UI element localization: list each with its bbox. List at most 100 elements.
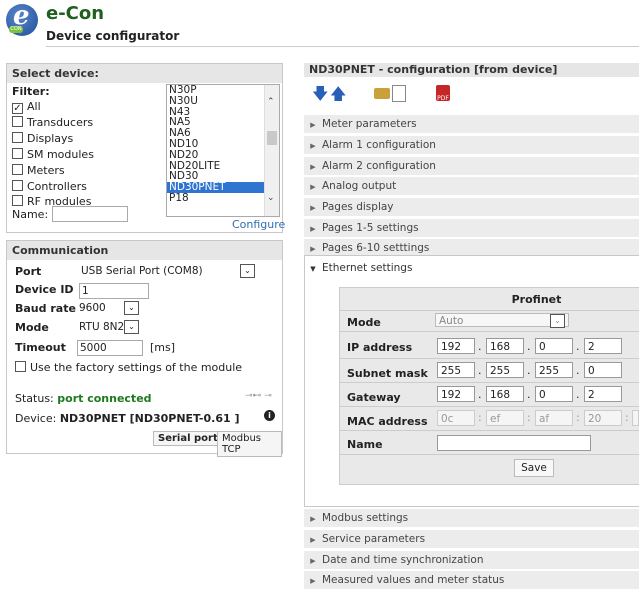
device-list[interactable]: N30P N30U N43 NA5 NA6 ND10 ND20 ND20LITE… [166, 84, 280, 217]
chevron-down-icon[interactable]: ⌄ [124, 320, 139, 334]
connection-plug-icon: ⊸⊷ ⊸ [245, 391, 272, 401]
dot-separator: . [527, 364, 531, 377]
colon-separator: : [625, 411, 629, 424]
device-list-item[interactable]: N30U [167, 95, 279, 107]
status-line: Status: port connected [15, 392, 152, 405]
eth-name-label: Name [347, 438, 383, 451]
chevron-down-icon[interactable]: ⌄ [550, 314, 565, 328]
section-ethernet-settings[interactable]: ▼ Ethernet settings [304, 262, 639, 274]
colon-separator: : [576, 411, 580, 424]
checkbox-icon [12, 116, 23, 127]
tab-serial-port[interactable]: Serial port [153, 431, 223, 446]
section-service-parameters[interactable]: ▶ Service parameters [304, 529, 639, 548]
dot-separator: . [576, 340, 580, 353]
filter-controllers[interactable]: Controllers [12, 180, 87, 193]
gateway-octet-3[interactable]: 0 [535, 386, 573, 402]
mask-octet-1[interactable]: 255 [437, 362, 475, 378]
info-icon[interactable]: i [264, 410, 275, 421]
config-title: ND30PNET - configuration [from device] [304, 63, 639, 77]
checkbox-icon [12, 195, 23, 206]
section-modbus-settings[interactable]: ▶ Modbus settings [304, 508, 639, 527]
row-divider [339, 454, 639, 455]
status-value: port connected [57, 392, 152, 405]
save-button[interactable]: Save [514, 459, 554, 477]
app-brand: e-Con [46, 3, 105, 24]
scroll-down-icon[interactable]: ⌄ [267, 193, 275, 203]
device-id-input[interactable]: 1 [79, 283, 149, 299]
device-value: ND30PNET [ND30PNET-0.61 ] [59, 412, 240, 425]
device-id-label: Device ID [15, 283, 74, 296]
checkbox-icon [12, 132, 23, 143]
tab-modbus-tcp[interactable]: Modbus TCP [217, 431, 282, 457]
gateway-octet-2[interactable]: 168 [486, 386, 524, 402]
dot-separator: . [478, 388, 482, 401]
chevron-down-icon[interactable]: ⌄ [124, 301, 139, 315]
open-folder-icon[interactable] [374, 88, 390, 99]
ip-octet-1[interactable]: 192 [437, 338, 475, 354]
filter-sm-modules[interactable]: SM modules [12, 148, 94, 161]
mask-octet-2[interactable]: 255 [486, 362, 524, 378]
mac-octet-4: 20 [584, 410, 622, 426]
section-alarm-1[interactable]: ▶ Alarm 1 configuration [304, 135, 639, 154]
device-list-item[interactable]: P18 [167, 193, 279, 204]
device-name-input[interactable] [52, 206, 128, 222]
save-file-icon[interactable] [392, 85, 406, 102]
timeout-unit: [ms] [150, 341, 176, 354]
scroll-up-icon[interactable]: ⌃ [267, 97, 275, 107]
download-arrow-icon[interactable]: 🡇 [312, 86, 328, 102]
checkbox-icon [15, 361, 26, 372]
filter-all[interactable]: ✓ All [12, 100, 41, 114]
ip-octet-4[interactable]: 2 [584, 338, 622, 354]
configure-link[interactable]: Configure [232, 218, 285, 231]
chevron-down-icon[interactable]: ⌄ [240, 264, 255, 278]
pdf-report-icon[interactable]: PDF [436, 85, 450, 102]
upload-arrow-icon[interactable]: 🡅 [330, 86, 346, 102]
factory-settings-checkbox[interactable]: Use the factory settings of the module [15, 361, 242, 374]
triangle-right-icon: ▶ [310, 536, 316, 544]
section-alarm-2[interactable]: ▶ Alarm 2 configuration [304, 156, 639, 175]
mask-octet-3[interactable]: 255 [535, 362, 573, 378]
device-list-scrollbar[interactable]: ⌃ ⌄ [264, 85, 279, 216]
baud-rate-label: Baud rate [15, 302, 76, 315]
section-analog-output[interactable]: ▶ Analog output [304, 176, 639, 195]
timeout-input[interactable]: 5000 [77, 340, 143, 356]
filter-label: Filter: [12, 85, 50, 98]
filter-meters[interactable]: Meters [12, 164, 65, 177]
section-pages-1-5[interactable]: ▶ Pages 1-5 settings [304, 218, 639, 237]
mac-octet-5 [632, 410, 639, 426]
mask-octet-4[interactable]: 0 [584, 362, 622, 378]
checkbox-icon [12, 148, 23, 159]
device-line: Device: ND30PNET [ND30PNET-0.61 ] [15, 412, 240, 425]
section-date-time-sync[interactable]: ▶ Date and time synchronization [304, 550, 639, 569]
filter-displays[interactable]: Displays [12, 132, 73, 145]
gateway-octet-1[interactable]: 192 [437, 386, 475, 402]
port-select[interactable]: USB Serial Port (COM8) ⌄ [79, 264, 255, 278]
filter-transducers[interactable]: Transducers [12, 116, 93, 129]
eth-mode-select[interactable]: Auto ⌄ [435, 313, 569, 328]
section-pages-display[interactable]: ▶ Pages display [304, 197, 639, 216]
ip-octet-3[interactable]: 0 [535, 338, 573, 354]
gateway-label: Gateway [347, 391, 401, 404]
eth-name-input[interactable] [437, 435, 591, 451]
row-divider [339, 331, 639, 332]
mode-select[interactable]: RTU 8N2 ⌄ [79, 320, 139, 334]
scroll-thumb[interactable] [267, 131, 277, 145]
gateway-octet-4[interactable]: 2 [584, 386, 622, 402]
row-divider [339, 310, 639, 311]
row-divider [339, 382, 639, 383]
section-measured-values[interactable]: ▶ Measured values and meter status [304, 570, 639, 589]
mac-octet-1: 0c [437, 410, 475, 426]
triangle-right-icon: ▶ [310, 225, 316, 233]
mac-address-label: MAC address [347, 415, 428, 428]
triangle-down-icon: ▼ [310, 265, 316, 273]
dot-separator: . [576, 388, 580, 401]
row-divider [339, 430, 639, 431]
mac-octet-2: ef [486, 410, 524, 426]
ip-octet-2[interactable]: 168 [486, 338, 524, 354]
checkbox-checked-icon: ✓ [12, 103, 23, 114]
device-list-item[interactable]: ND20 [167, 149, 279, 161]
baud-rate-select[interactable]: 9600 ⌄ [79, 301, 139, 315]
checkbox-icon [12, 164, 23, 175]
communication-panel: Communication Port USB Serial Port (COM8… [6, 240, 283, 457]
section-meter-parameters[interactable]: ▶ Meter parameters [304, 114, 639, 133]
